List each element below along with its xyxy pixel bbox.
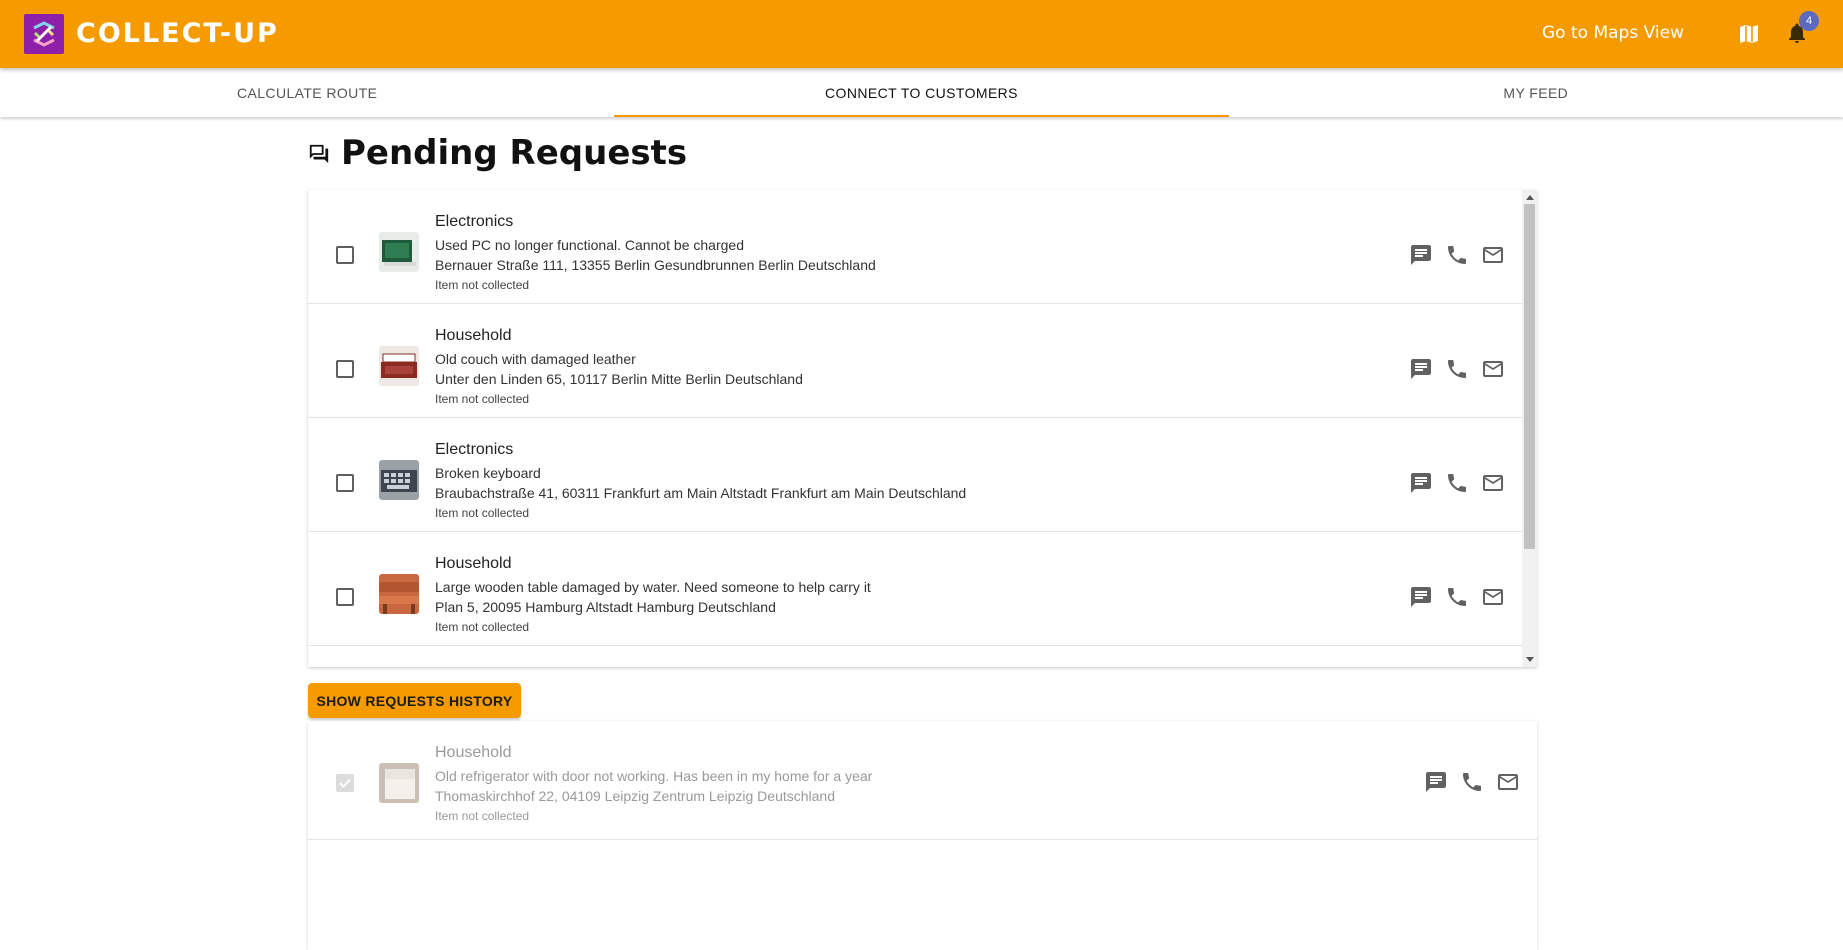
item-thumbnail (379, 763, 419, 803)
request-status: Item not collected (435, 278, 530, 292)
phone-icon[interactable] (1445, 585, 1469, 609)
check-icon (339, 778, 351, 788)
request-address: Braubachstraße 41, 60311 Frankfurt am Ma… (435, 485, 967, 501)
notification-badge: 4 (1799, 11, 1819, 31)
tab-connect-to-customers[interactable]: CONNECT TO CUSTOMERS (614, 68, 1229, 117)
phone-icon[interactable] (1445, 243, 1469, 267)
request-actions (1409, 357, 1505, 381)
phone-icon[interactable] (1445, 471, 1469, 495)
tab-bar: CALCULATE ROUTE CONNECT TO CUSTOMERS MY … (0, 68, 1843, 117)
request-checkbox[interactable] (336, 588, 354, 606)
mail-icon[interactable] (1481, 471, 1505, 495)
request-address: Plan 5, 20095 Hamburg Altstadt Hamburg D… (435, 599, 776, 615)
chat-icon[interactable] (1409, 357, 1433, 381)
item-thumbnail (379, 574, 419, 614)
request-description: Broken keyboard (435, 465, 541, 481)
history-checkbox (336, 774, 354, 792)
request-checkbox[interactable] (336, 246, 354, 264)
item-thumbnail (379, 460, 419, 500)
page-title: Pending Requests (341, 133, 688, 173)
mail-icon[interactable] (1481, 585, 1505, 609)
request-actions (1409, 243, 1505, 267)
mail-icon[interactable] (1481, 243, 1505, 267)
forum-icon (309, 144, 329, 164)
request-category: Household (435, 327, 512, 344)
request-item: Household Old couch with damaged leather… (308, 304, 1522, 418)
history-item: Household Old refrigerator with door not… (308, 721, 1537, 840)
item-thumbnail (379, 346, 419, 386)
request-category: Household (435, 555, 512, 572)
phone-icon[interactable] (1460, 770, 1484, 794)
history-actions (1424, 770, 1520, 794)
history-address: Thomaskirchhof 22, 04109 Leipzig Zentrum… (435, 788, 836, 804)
request-description: Old couch with damaged leather (435, 351, 636, 367)
chat-icon[interactable] (1409, 471, 1433, 495)
request-item: Household Large wooden table damaged by … (308, 532, 1522, 646)
tab-my-feed[interactable]: MY FEED (1229, 68, 1843, 117)
history-category: Household (435, 744, 512, 761)
request-checkbox[interactable] (336, 360, 354, 378)
app-title: COLLECT-UP (76, 18, 279, 49)
mail-icon[interactable] (1496, 770, 1520, 794)
request-category: Electronics (435, 441, 514, 458)
request-status: Item not collected (435, 392, 530, 406)
scroll-thumb[interactable] (1524, 204, 1535, 549)
scroll-up-arrow-icon[interactable] (1526, 195, 1534, 200)
phone-icon[interactable] (1445, 357, 1469, 381)
app-logo[interactable] (24, 14, 64, 54)
pending-requests-list[interactable]: Electronics Used PC no longer functional… (308, 190, 1537, 667)
show-requests-history-button[interactable]: SHOW REQUESTS HISTORY (308, 683, 521, 718)
request-status: Item not collected (435, 620, 530, 634)
requests-history-list: Household Old refrigerator with door not… (308, 721, 1537, 950)
history-status: Item not collected (435, 809, 530, 823)
tab-calculate-route[interactable]: CALCULATE ROUTE (0, 68, 614, 117)
request-description: Large wooden table damaged by water. Nee… (435, 579, 871, 595)
request-actions (1409, 585, 1505, 609)
maps-view-link[interactable]: Go to Maps View (1542, 20, 1684, 46)
map-icon[interactable] (1737, 22, 1761, 46)
mail-icon[interactable] (1481, 357, 1505, 381)
chat-icon[interactable] (1409, 243, 1433, 267)
chat-icon[interactable] (1424, 770, 1448, 794)
list-scrollbar[interactable] (1522, 190, 1537, 667)
request-item: Electronics Broken keyboard Braubachstra… (308, 418, 1522, 532)
item-thumbnail (379, 232, 419, 272)
request-category: Electronics (435, 213, 514, 230)
request-actions (1409, 471, 1505, 495)
request-item: Electronics Used PC no longer functional… (308, 190, 1522, 304)
scroll-down-arrow-icon[interactable] (1526, 657, 1534, 662)
recycle-logo-icon (33, 21, 55, 47)
request-address: Bernauer Straße 111, 13355 Berlin Gesund… (435, 257, 876, 273)
chat-icon[interactable] (1409, 585, 1433, 609)
request-address: Unter den Linden 65, 10117 Berlin Mitte … (435, 371, 803, 387)
request-status: Item not collected (435, 506, 530, 520)
request-description: Used PC no longer functional. Cannot be … (435, 237, 744, 253)
history-description: Old refrigerator with door not working. … (435, 768, 873, 784)
app-bar: COLLECT-UP Go to Maps View 4 (0, 0, 1843, 68)
request-checkbox[interactable] (336, 474, 354, 492)
